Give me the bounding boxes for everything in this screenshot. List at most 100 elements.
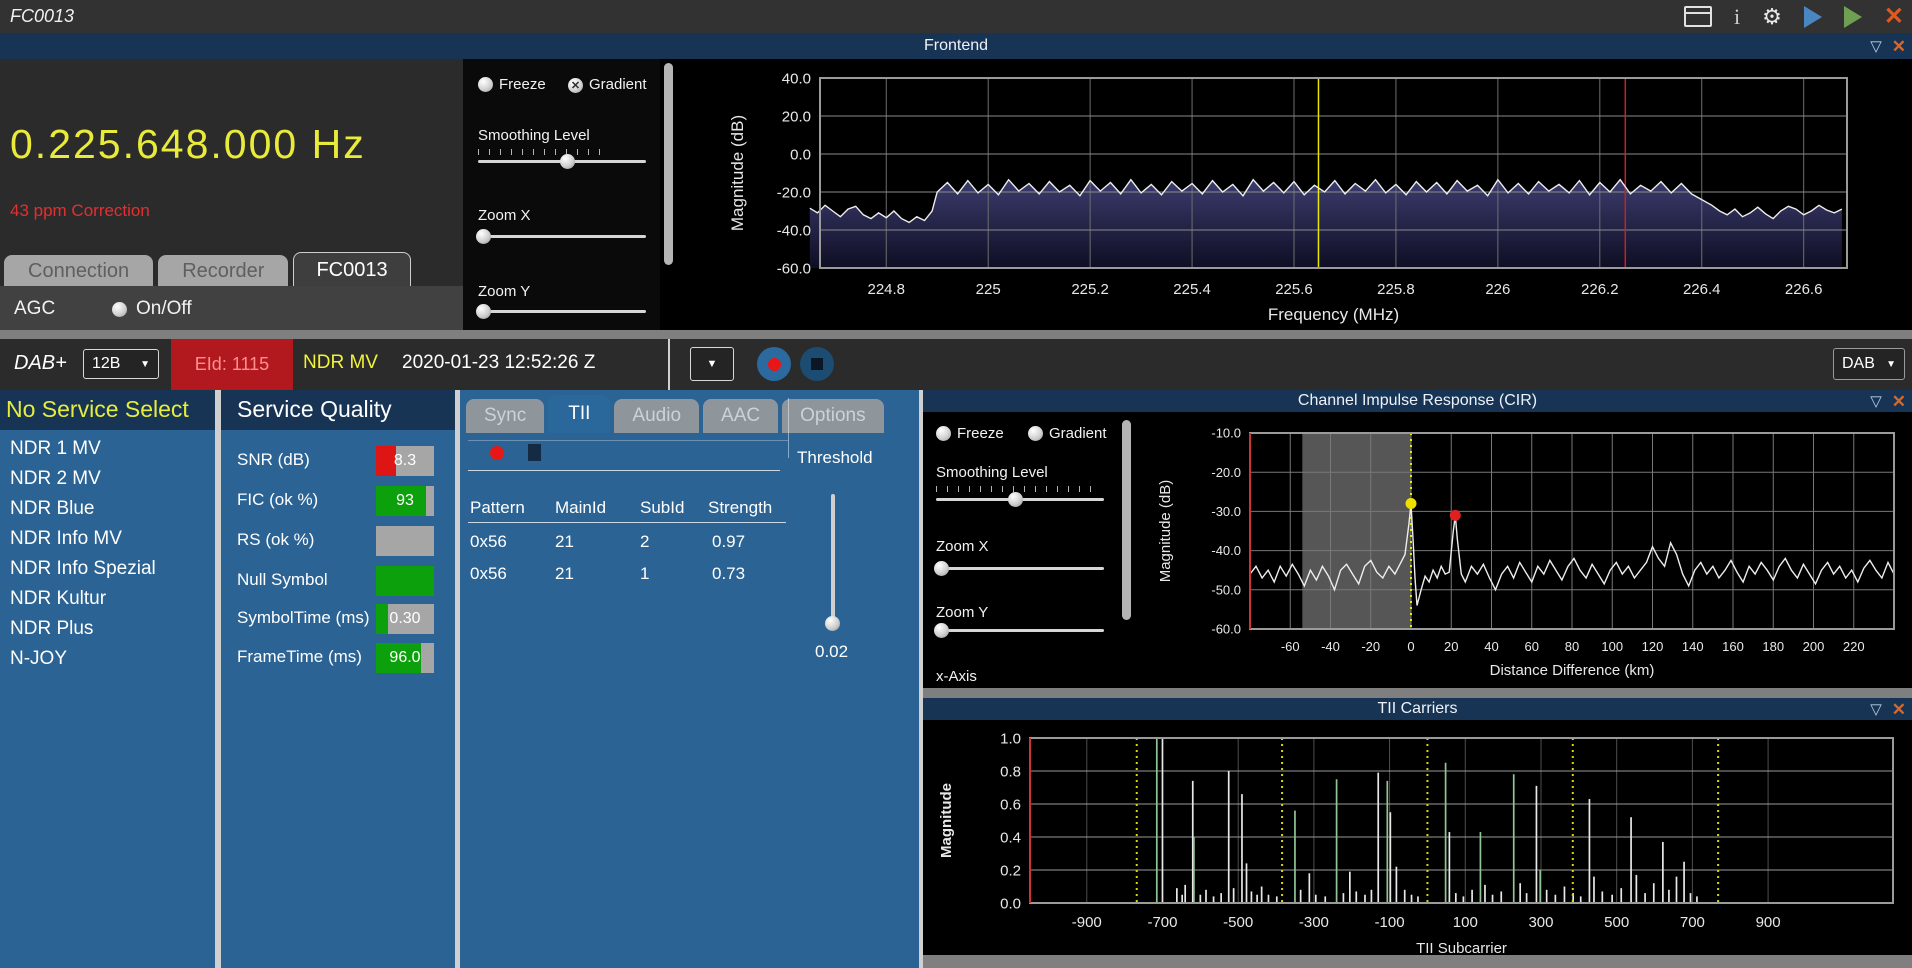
divider (0, 330, 1912, 339)
panel-close-icon[interactable]: ✕ (1892, 393, 1906, 410)
zoom-y-slider[interactable] (476, 304, 646, 319)
threshold-slider-handle[interactable] (825, 616, 840, 631)
service-item[interactable]: NDR Plus (0, 614, 215, 644)
svg-text:-40.0: -40.0 (1211, 543, 1241, 558)
service-item[interactable]: NDR Info Spezial (0, 554, 215, 584)
col-pattern: Pattern (470, 498, 525, 517)
collapse-icon[interactable]: ▽ (1870, 394, 1882, 409)
ensemble-bar: DAB+ 12B ▼ EId: 1115 NDR MV 2020-01-23 1… (0, 339, 1912, 390)
service-item[interactable]: NDR 1 MV (0, 434, 215, 464)
svg-text:-60: -60 (1281, 639, 1300, 654)
svg-text:80: 80 (1565, 639, 1579, 654)
tab-audio[interactable]: Audio (614, 399, 700, 433)
tab-aac[interactable]: AAC (703, 399, 779, 433)
agc-radio[interactable] (112, 302, 127, 317)
decoder-tabs: Sync TII Audio AAC Options (466, 395, 884, 433)
info-icon[interactable]: i (1734, 5, 1740, 28)
zoom-x-slider-handle[interactable] (476, 229, 491, 244)
collapse-icon[interactable]: ▽ (1870, 39, 1882, 54)
record-options-dropdown[interactable]: ▼ (690, 347, 734, 381)
service-item[interactable]: NDR Info MV (0, 524, 215, 554)
chevron-down-icon: ▼ (140, 358, 150, 370)
svg-text:226: 226 (1485, 281, 1510, 298)
output-mode-value: DAB (1842, 355, 1875, 372)
svg-text:225.6: 225.6 (1275, 281, 1313, 298)
svg-text:-20.0: -20.0 (1211, 465, 1241, 480)
smoothing-slider[interactable] (936, 492, 1104, 507)
tii-carriers-title: TII Carriers (1377, 700, 1458, 717)
decoder-panel: Sync TII Audio AAC Options Pattern MainI… (460, 390, 919, 968)
service-item[interactable]: N-JOY (0, 644, 215, 674)
smoothing-slider-handle[interactable] (1008, 492, 1023, 507)
gradient-label: Gradient (589, 76, 647, 93)
record-icon[interactable] (490, 446, 504, 460)
zoom-x-slider[interactable] (476, 229, 646, 244)
tab-sync[interactable]: Sync (466, 399, 545, 433)
collapse-icon[interactable]: ▽ (1870, 702, 1882, 717)
service-quality-header: Service Quality (221, 390, 455, 430)
window-icon[interactable] (1684, 6, 1713, 27)
channel-select[interactable]: 12B ▼ (83, 349, 159, 379)
svg-text:180: 180 (1762, 639, 1784, 654)
smoothing-slider[interactable] (478, 154, 646, 169)
tab-options[interactable]: Options (782, 399, 884, 433)
col-mainid: MainId (555, 498, 607, 517)
zoom-y-slider-handle[interactable] (934, 623, 949, 638)
tab-tii[interactable]: TII (548, 395, 611, 433)
smoothing-slider-handle[interactable] (560, 154, 575, 169)
svg-text:100: 100 (1601, 639, 1623, 654)
smoothing-ticks (478, 149, 600, 155)
chevron-down-icon: ▼ (706, 358, 718, 370)
panel-close-icon[interactable]: ✕ (1892, 701, 1906, 718)
output-mode-select[interactable]: DAB ▼ (1833, 348, 1905, 380)
service-item[interactable]: NDR Kultur (0, 584, 215, 614)
svg-text:-30.0: -30.0 (1211, 504, 1241, 519)
svg-text:-500: -500 (1223, 914, 1253, 931)
tab-recorder[interactable]: Recorder (158, 255, 289, 288)
cell: 21 (555, 564, 574, 583)
tuner-tabs: Connection Recorder FC0013 (4, 252, 411, 288)
svg-text:-900: -900 (1072, 914, 1102, 931)
service-item[interactable]: NDR Blue (0, 494, 215, 524)
frontend-panel-title: Frontend (923, 37, 989, 54)
freeze-radio[interactable] (478, 77, 493, 92)
stop-button[interactable] (800, 347, 834, 381)
gear-icon[interactable]: ⚙ (1762, 5, 1782, 28)
spectrum-controls-scrollbar[interactable] (664, 63, 673, 265)
service-list-header: No Service Select (0, 390, 215, 430)
stop-icon[interactable] (528, 444, 541, 461)
svg-text:0.8: 0.8 (1000, 763, 1021, 780)
quality-value: 0.30 (389, 610, 421, 627)
play-alt-icon[interactable] (1843, 5, 1862, 28)
frontend-panel-header: Frontend ▽ ✕ (0, 33, 1912, 59)
close-icon[interactable]: ✕ (1884, 4, 1904, 29)
gradient-radio[interactable] (568, 78, 583, 94)
zoom-x-slider-handle[interactable] (934, 561, 949, 576)
svg-text:Magnitude (dB): Magnitude (dB) (1157, 480, 1174, 583)
svg-text:500: 500 (1604, 914, 1629, 931)
svg-text:900: 900 (1756, 914, 1781, 931)
play-icon[interactable] (1803, 5, 1822, 28)
threshold-slider[interactable] (825, 494, 840, 631)
cir-controls-scrollbar[interactable] (1122, 420, 1131, 620)
svg-text:Magnitude: Magnitude (938, 783, 955, 858)
tab-fc0013[interactable]: FC0013 (293, 252, 411, 288)
tab-connection[interactable]: Connection (4, 255, 154, 288)
freeze-radio[interactable] (936, 426, 951, 441)
stop-icon (811, 358, 823, 370)
svg-text:-20: -20 (1361, 639, 1380, 654)
divider (923, 688, 1912, 698)
frontend-spectrum-plot: 224.8 225 225.2 225.4 225.6 225.8 226 226.2 226.… (675, 59, 1912, 330)
gradient-radio[interactable] (1028, 426, 1043, 441)
threshold-value: 0.02 (815, 642, 849, 661)
record-button[interactable] (757, 347, 791, 381)
svg-text:Magnitude (dB): Magnitude (dB) (728, 115, 747, 231)
quality-row-label: FIC (ok %) (237, 490, 319, 509)
panel-close-icon[interactable]: ✕ (1892, 38, 1906, 55)
divider (468, 470, 780, 471)
zoom-x-slider[interactable] (934, 561, 1104, 576)
zoom-y-slider-handle[interactable] (476, 304, 491, 319)
svg-text:226.4: 226.4 (1683, 281, 1721, 298)
zoom-y-slider[interactable] (934, 623, 1104, 638)
service-item[interactable]: NDR 2 MV (0, 464, 215, 494)
